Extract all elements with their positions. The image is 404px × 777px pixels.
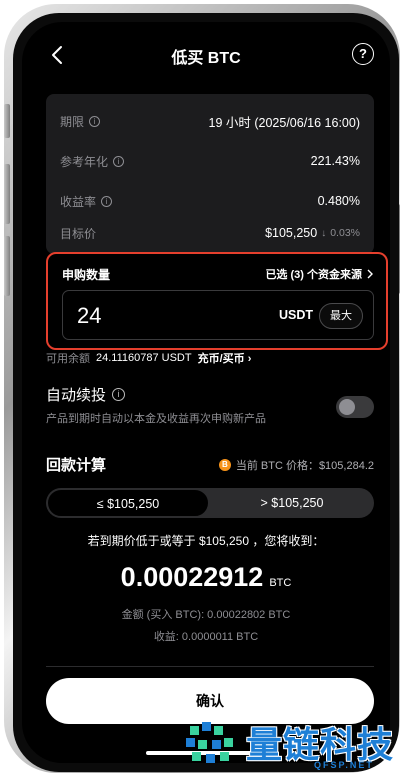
calculation-title: 回款计算 <box>46 457 107 474</box>
bitcoin-icon: B <box>218 459 231 471</box>
app-screen: 低买 BTC ? 期限 i 19 小时 (2025/06/16 16:00) 参考… <box>22 22 390 763</box>
help-icon[interactable]: ? <box>352 43 374 65</box>
auto-renew-title: 自动续投 i <box>46 384 126 405</box>
subscribe-label: 申购数量 <box>62 268 111 282</box>
term-row: 期限 i 19 小时 (2025/06/16 16:00) <box>60 111 360 131</box>
info-icon[interactable]: i <box>113 155 125 167</box>
auto-renew-description: 产品到期时自动以本金及收益再次申购新产品 <box>46 413 266 425</box>
target-price-value: $105,250 <box>265 226 318 240</box>
target-price-change: 0.03% <box>330 227 360 239</box>
product-info-card: 期限 i 19 小时 (2025/06/16 16:00) 参考年化 i 221.4… <box>46 94 374 254</box>
target-price-label: 目标价 <box>60 226 97 241</box>
subscribe-amount-section: 申购数量 已选 (3) 个资金来源 24 USDT 最大 <box>46 252 388 350</box>
divider <box>46 666 374 667</box>
available-balance: 可用余额 24.11160787 USDT 充币/买币 › <box>46 350 251 366</box>
yield-row: 收益率 i 0.480% <box>60 191 360 211</box>
watermark-subtext: QFSP.NET <box>314 760 374 770</box>
phone-frame: 低买 BTC ? 期限 i 19 小时 (2025/06/16 16:00) 参考… <box>4 4 400 773</box>
deposit-buy-text: 充币/买币 <box>197 353 245 365</box>
info-icon[interactable]: i <box>101 195 113 207</box>
header: 低买 BTC ? <box>22 42 390 68</box>
apr-row: 参考年化 i 221.43% <box>60 151 360 171</box>
info-icon[interactable]: i <box>112 388 126 401</box>
amount-value[interactable]: 24 <box>77 303 101 329</box>
apr-label: 参考年化 <box>60 154 109 169</box>
deposit-buy-link[interactable]: 充币/买币 › <box>198 350 252 366</box>
term-label: 期限 <box>60 114 85 129</box>
watermark-logo-icon <box>186 722 233 763</box>
info-icon[interactable]: i <box>89 115 101 127</box>
toggle-knob <box>339 399 355 415</box>
receive-amount-value: 0.00022912 <box>120 562 264 592</box>
yield-label: 收益率 <box>60 194 97 209</box>
auto-renew-toggle[interactable] <box>336 396 374 418</box>
tab-below-target[interactable]: ≤ $105,250 <box>47 489 209 517</box>
principal-detail: 金额 (买入 BTC): 0.00022802 BTC <box>121 609 291 621</box>
receive-description: 若到期价低于或等于 $105,250 ，您将收到： <box>87 534 325 548</box>
amount-unit: USDT <box>278 308 313 322</box>
balance-label: 可用余额 <box>46 353 90 365</box>
yield-value: 0.480% <box>317 194 360 208</box>
volume-down-button <box>4 236 10 296</box>
auto-renew-label: 自动续投 <box>46 387 107 404</box>
target-price-row: 目标价 $105,250 ↓ 0.03% <box>60 223 360 243</box>
fund-sources-text: 已选 (3) 个资金来源 <box>265 269 362 281</box>
silent-switch <box>4 104 10 138</box>
watermark: 量链科技 QFSP.NET <box>186 716 398 774</box>
current-btc-price: B 当前 BTC 价格：$105,284.2 <box>218 457 374 473</box>
price-scenario-tabs: ≤ $105,250 > $105,250 <box>46 488 374 518</box>
yield-detail: 收益: 0.0000011 BTC <box>153 631 259 643</box>
fund-sources-link[interactable]: 已选 (3) 个资金来源 <box>265 266 374 282</box>
receive-amount-unit: BTC <box>269 577 292 589</box>
apr-value: 221.43% <box>310 154 360 168</box>
term-value: 19 小时 (2025/06/16 16:00) <box>208 115 361 130</box>
amount-input[interactable]: 24 USDT 最大 <box>62 290 374 340</box>
balance-value: 24.11160787 USDT <box>96 352 192 364</box>
arrow-down-icon: ↓ <box>321 227 327 239</box>
volume-up-button <box>4 164 10 224</box>
tab-above-target[interactable]: > $105,250 <box>210 488 374 518</box>
receive-amount: 0.00022912 BTC <box>22 562 390 593</box>
chevron-right-icon <box>367 269 373 279</box>
page-title: 低买 BTC <box>171 50 241 67</box>
max-button[interactable]: 最大 <box>319 303 363 329</box>
current-btc-price-text: 当前 BTC 价格：$105,284.2 <box>235 460 374 472</box>
